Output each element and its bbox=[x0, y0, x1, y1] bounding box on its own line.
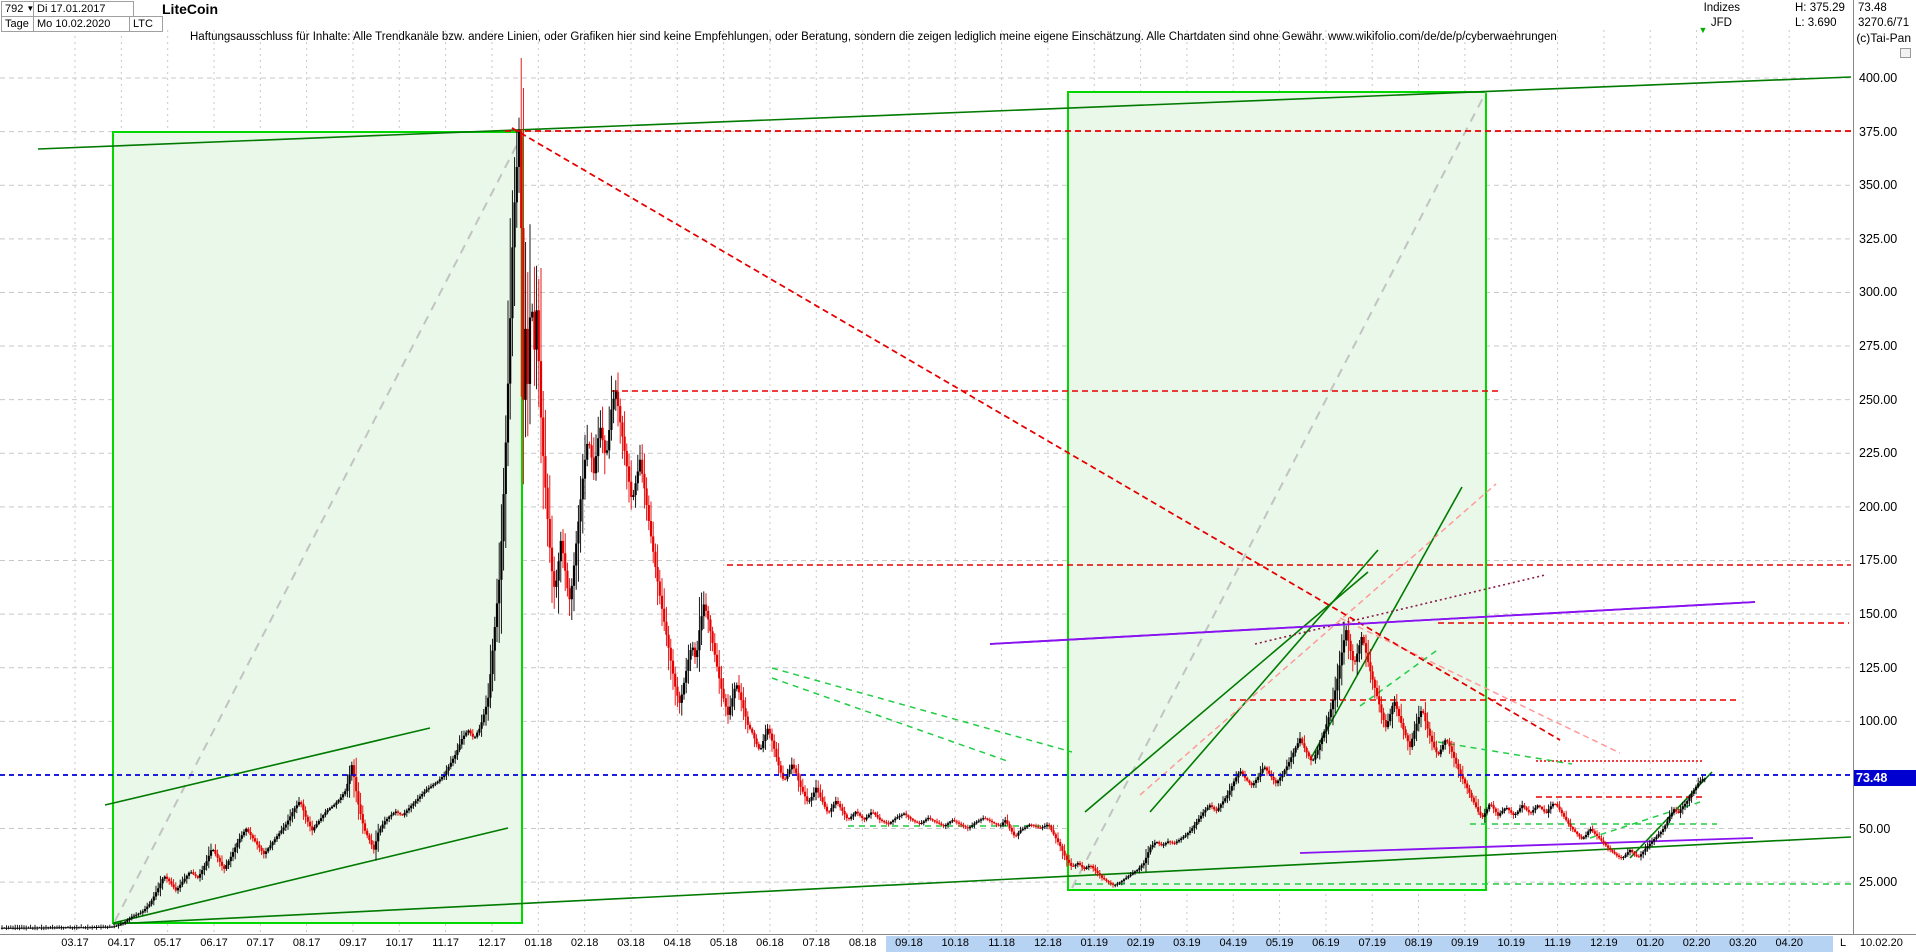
date-tick-label: 09.19 bbox=[1451, 937, 1479, 949]
symbol-cell: LTC bbox=[129, 16, 163, 32]
copyright-label: (c)Tai-Pan bbox=[1856, 31, 1911, 45]
last-value: 73.48 bbox=[1858, 2, 1887, 14]
date-to-cell[interactable]: Mo 10.02.2020 bbox=[33, 16, 134, 32]
price-tick-label: 50.00 bbox=[1859, 821, 1891, 836]
date-axis: 03.17 04.17 05.17 06.17 07.17 08.17 09.17 10.17… bbox=[0, 934, 1916, 952]
price-tick-label: 400.00 bbox=[1859, 71, 1898, 85]
chart-canvas bbox=[0, 30, 1852, 933]
date-tick-label: 12.17 bbox=[478, 937, 506, 949]
price-tick-label: 325.00 bbox=[1859, 231, 1898, 246]
date-tick-label: 03.17 bbox=[61, 937, 89, 949]
date-tick-label: 08.18 bbox=[848, 937, 877, 949]
period-high: H: 375.29 bbox=[1795, 2, 1845, 14]
date-tick-label: 03.19 bbox=[1173, 937, 1201, 949]
provider-label: Indizes bbox=[1703, 2, 1740, 14]
date-tick-label: 05.19 bbox=[1265, 937, 1294, 949]
marker-triangle-icon: ▼ bbox=[1698, 25, 1708, 35]
price-tick-label: 275.00 bbox=[1859, 339, 1898, 354]
price-tick-label: 100.00 bbox=[1859, 714, 1898, 729]
date-tick-label: 11.19 bbox=[1544, 937, 1571, 949]
date-from-cell[interactable]: Di 17.01.2017 bbox=[33, 1, 134, 17]
date-tick-label: 03.20 bbox=[1729, 937, 1757, 949]
date-tick-label: 05.17 bbox=[153, 937, 182, 949]
last-bar-marker: L bbox=[1840, 937, 1847, 949]
date-tick-label: 09.17 bbox=[339, 937, 367, 949]
date-tick-label: 04.17 bbox=[107, 937, 136, 949]
date-tick-label: 01.20 bbox=[1636, 937, 1664, 949]
price-tick-label: 125.00 bbox=[1859, 660, 1898, 675]
last-bar-date: 10.02.20 bbox=[1860, 937, 1903, 949]
price-tick-label: 150.00 bbox=[1859, 607, 1898, 622]
instrument-title: LiteCoin bbox=[162, 1, 218, 17]
date-tick-label: 11.17 bbox=[432, 937, 459, 949]
date-tick-label: 07.17 bbox=[246, 937, 275, 949]
date-tick-label: 02.18 bbox=[570, 937, 599, 949]
price-tick-label: 350.00 bbox=[1859, 178, 1898, 193]
period-low: L: 3.690 bbox=[1795, 17, 1837, 29]
date-tick-label: 04.20 bbox=[1775, 937, 1803, 949]
date-tick-label: 07.18 bbox=[802, 937, 831, 949]
date-tick-label: 03.18 bbox=[617, 937, 645, 949]
volume-info: 3270.6/71 bbox=[1858, 17, 1910, 29]
date-tick-label: 07.19 bbox=[1358, 937, 1386, 949]
taipan-chart-window: 792 ▼ Di 17.01.2017 Tage ▼ Mo 10.02.2020… bbox=[0, 0, 1916, 952]
date-tick-label: 09.18 bbox=[895, 937, 923, 949]
axis-separator bbox=[1853, 0, 1854, 952]
date-tick-label: 02.19 bbox=[1126, 937, 1155, 949]
feed-label: JFD bbox=[1710, 17, 1732, 29]
date-tick-label: 06.18 bbox=[756, 937, 784, 949]
disclaimer-text: Haftungsausschluss für Inhalte: Alle Tre… bbox=[190, 31, 1557, 43]
date-tick-label: 12.18 bbox=[1034, 937, 1062, 949]
last-price-badge: 73.48 bbox=[1853, 770, 1916, 787]
date-tick-label: 05.18 bbox=[709, 937, 738, 949]
date-tick-label: 08.17 bbox=[292, 937, 321, 949]
date-tick-label: 04.18 bbox=[663, 937, 692, 949]
date-tick-label: 02.20 bbox=[1682, 937, 1711, 949]
date-tick-label: 04.19 bbox=[1219, 937, 1248, 949]
price-tick-label: 175.00 bbox=[1859, 553, 1898, 568]
price-tick-label: 25.000 bbox=[1859, 875, 1898, 890]
date-tick-label: 06.17 bbox=[200, 937, 228, 949]
date-tick-label: 08.19 bbox=[1404, 937, 1433, 949]
date-tick-label: 12.19 bbox=[1590, 937, 1618, 949]
date-tick-label: 10.19 bbox=[1497, 937, 1525, 949]
price-tick-label: 225.00 bbox=[1859, 446, 1898, 461]
date-tick-label: 11.18 bbox=[988, 937, 1015, 949]
price-tick-label: 375.00 bbox=[1859, 124, 1898, 139]
date-tick-label: 06.19 bbox=[1312, 937, 1340, 949]
price-tick-label: 300.00 bbox=[1859, 285, 1898, 300]
date-tick-label: 10.18 bbox=[941, 937, 970, 949]
date-tick-label: 01.19 bbox=[1080, 937, 1109, 949]
resize-box-icon[interactable] bbox=[1900, 48, 1911, 58]
price-tick-label: 250.00 bbox=[1859, 392, 1898, 407]
price-tick-label: 200.00 bbox=[1859, 499, 1898, 514]
date-tick-label: 01.18 bbox=[524, 937, 553, 949]
date-tick-label: 10.17 bbox=[385, 937, 414, 949]
